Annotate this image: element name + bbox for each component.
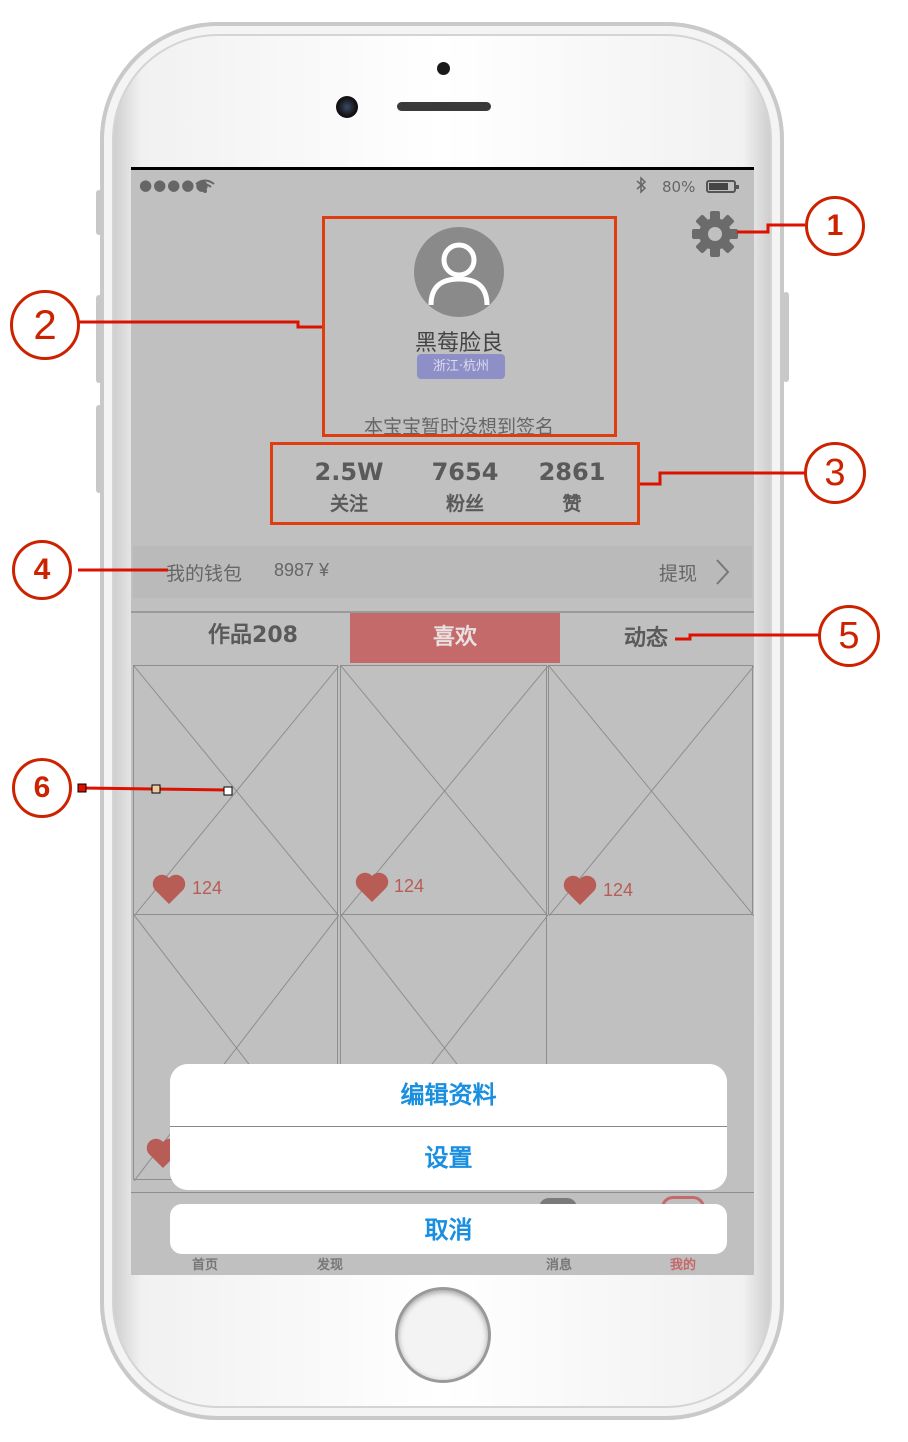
annotation-lines	[77, 223, 820, 796]
callout-1: 1	[805, 196, 865, 256]
callout-6: 6	[12, 758, 72, 818]
callout-3: 3	[804, 442, 866, 504]
callout-4: 4	[12, 540, 72, 600]
callout-5: 5	[818, 605, 880, 667]
callout-2: 2	[10, 290, 80, 360]
